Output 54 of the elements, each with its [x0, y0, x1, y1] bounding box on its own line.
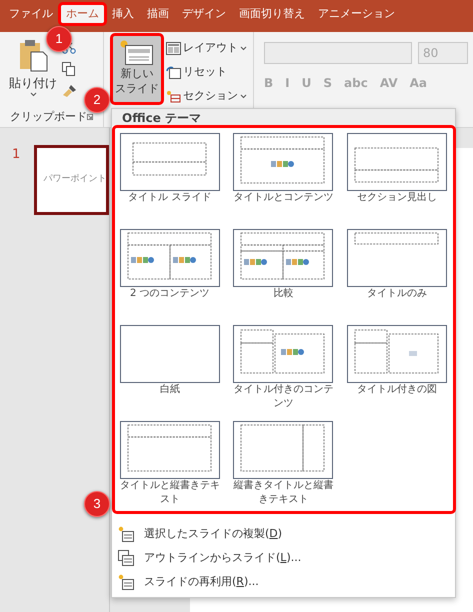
- layout-preview-icon: [347, 325, 448, 383]
- layout-option[interactable]: タイトルと縦書きテキスト: [117, 421, 223, 517]
- slides-stack-icon: [118, 550, 134, 566]
- slide-number: 1: [12, 146, 20, 164]
- layout-option[interactable]: 白紙: [117, 325, 223, 421]
- layout-preview-icon: [347, 133, 448, 191]
- ribbon-button[interactable]: リセット: [166, 62, 247, 83]
- menu-item[interactable]: 選択したスライドの複製(D): [112, 522, 455, 546]
- layout-preview-icon: [233, 229, 334, 287]
- layout-icon: [166, 42, 181, 55]
- new-slide-icon: [120, 40, 154, 66]
- layout-preview-icon: [233, 325, 334, 383]
- layout-option[interactable]: タイトル スライド: [117, 133, 223, 229]
- ribbon-tab[interactable]: 画面切り替え: [233, 4, 311, 24]
- highlight-frame: [58, 2, 107, 26]
- layout-preview-icon: [233, 421, 334, 479]
- caret-icon: [30, 92, 36, 97]
- layout-option[interactable]: 比較: [230, 229, 336, 325]
- menu-item[interactable]: スライドの再利用(R)...: [112, 570, 455, 594]
- layout-preview-icon: [120, 133, 220, 191]
- ribbon-tab[interactable]: 挿入: [106, 4, 140, 24]
- layout-preview-icon: [120, 229, 220, 287]
- ribbon-button[interactable]: セクション: [166, 86, 247, 107]
- ribbon-tab[interactable]: ファイル: [3, 4, 59, 24]
- dialog-launcher-icon[interactable]: [87, 113, 93, 121]
- layout-option[interactable]: 縦書きタイトルと縦書きテキスト: [230, 421, 336, 517]
- menu-item[interactable]: アウトラインからスライド(L)...: [112, 546, 455, 570]
- layout-preview-icon: [347, 229, 448, 287]
- ribbon-tab[interactable]: アニメーション: [312, 4, 401, 24]
- layout-option[interactable]: タイトル付きの図: [344, 325, 450, 421]
- copy-icon[interactable]: [62, 62, 76, 76]
- new-slide-icon: [118, 526, 134, 542]
- layout-option[interactable]: タイトルのみ: [344, 229, 450, 325]
- layout-preview-icon: [120, 421, 220, 479]
- new-slide-button[interactable]: 新しい スライド: [112, 36, 162, 104]
- layout-option[interactable]: タイトル付きのコンテンツ: [230, 325, 336, 421]
- new-slide-icon: [118, 574, 134, 590]
- highlight-frame: [110, 33, 164, 105]
- slide-thumbnail[interactable]: パワーポイント: [34, 145, 109, 215]
- group-label: クリップボード: [10, 108, 87, 125]
- ribbon-tab[interactable]: 描画: [141, 4, 175, 24]
- layout-option[interactable]: セクション見出し: [344, 133, 450, 229]
- menu-header: Office テーマ: [112, 109, 455, 126]
- layout-preview-icon: [233, 133, 334, 191]
- reset-icon: [166, 66, 181, 79]
- layout-option[interactable]: 2 つのコンテンツ: [117, 229, 223, 325]
- layout-option[interactable]: タイトルとコンテンツ: [230, 133, 336, 229]
- clipboard-icon: [18, 38, 48, 72]
- ribbon-button[interactable]: レイアウト: [166, 38, 247, 59]
- section-icon: [166, 90, 181, 103]
- layout-preview-icon: [120, 325, 220, 383]
- ribbon-tab[interactable]: デザイン: [176, 4, 232, 24]
- step-number-badge: 3: [84, 491, 110, 517]
- brush-icon[interactable]: [62, 84, 78, 98]
